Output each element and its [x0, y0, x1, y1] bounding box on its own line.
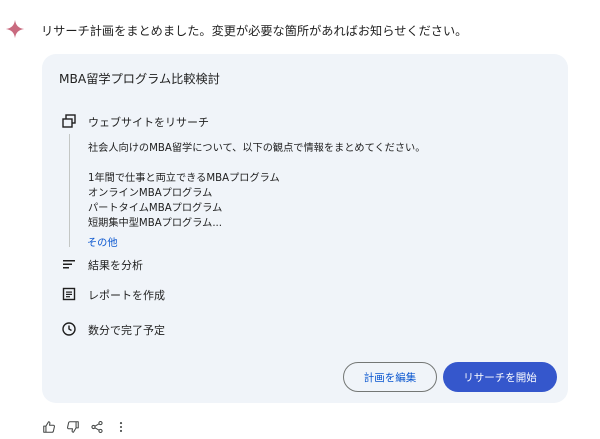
more-vert-icon[interactable]	[114, 420, 128, 434]
topic-item: パートタイムMBAプログラム	[88, 203, 223, 214]
share-icon[interactable]	[90, 420, 104, 434]
step-create-report: レポートを作成	[88, 289, 165, 302]
plan-title: MBA留学プログラム比較検討	[59, 72, 220, 86]
research-description: 社会人向けのMBA留学について、以下の観点で情報をまとめてください。	[88, 143, 426, 154]
web-search-icon	[62, 114, 76, 128]
thumbs-up-icon[interactable]	[42, 420, 56, 434]
step-connector-line	[69, 134, 70, 247]
topic-item: 短期集中型MBAプログラム...	[88, 218, 223, 229]
clock-icon	[62, 322, 76, 336]
start-research-button[interactable]: リサーチを開始	[443, 362, 557, 392]
step-web-research: ウェブサイトをリサーチ	[88, 116, 209, 129]
step-analyze: 結果を分析	[88, 259, 143, 272]
step-eta: 数分で完了予定	[88, 324, 165, 337]
gemini-sparkle-icon	[5, 19, 25, 39]
thumbs-down-icon[interactable]	[66, 420, 80, 434]
research-plan-card: MBA留学プログラム比較検討 ウェブサイトをリサーチ 社会人向けのMBA留学につ…	[42, 54, 568, 403]
intro-message: リサーチ計画をまとめました。変更が必要な箇所があればお知らせください。	[41, 24, 468, 38]
report-icon	[62, 287, 76, 301]
show-more-link[interactable]: その他	[87, 234, 118, 249]
edit-plan-button[interactable]: 計画を編集	[343, 362, 437, 392]
topic-item: オンラインMBAプログラム	[88, 188, 213, 199]
topic-item: 1年間で仕事と両立できるMBAプログラム	[88, 173, 280, 184]
analyze-icon	[63, 260, 75, 269]
